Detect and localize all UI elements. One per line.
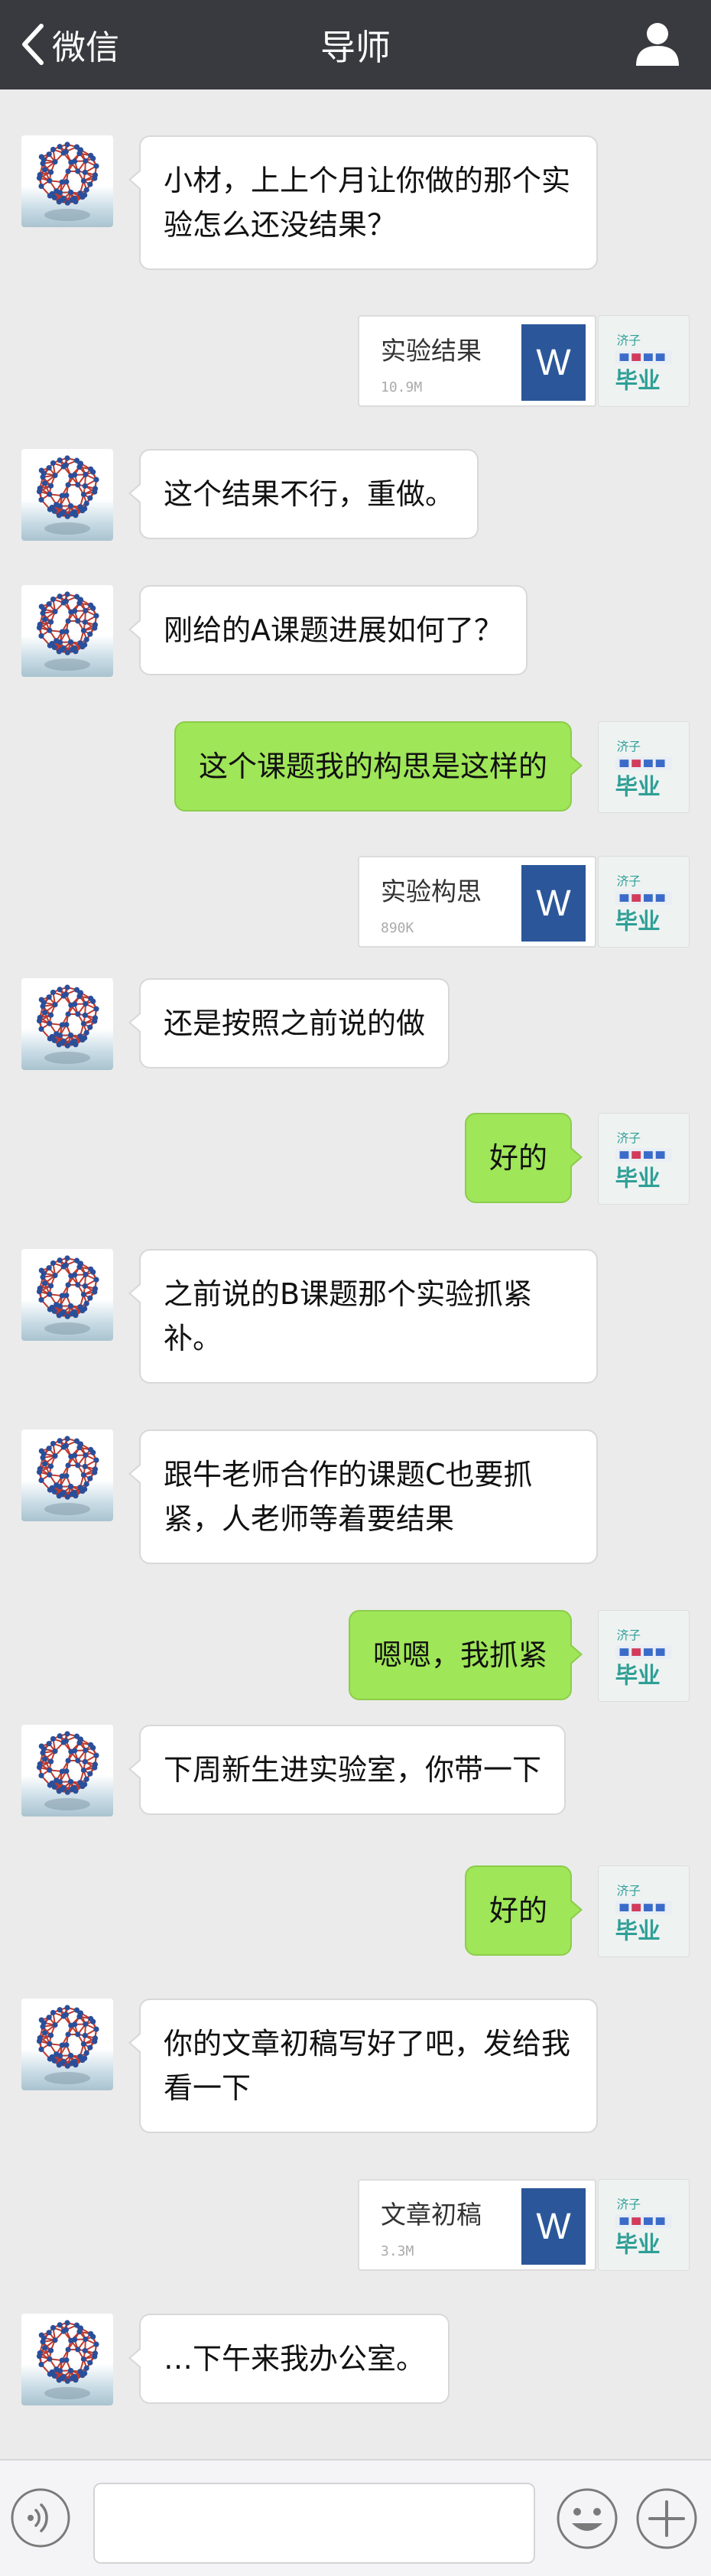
my-avatar[interactable]: 济子 毕业	[598, 1113, 690, 1205]
file-name: 实验结果	[381, 336, 482, 366]
my-avatar[interactable]: 济子 毕业	[598, 2179, 690, 2271]
buckyball-icon	[36, 984, 99, 1064]
graduation-logo-icon: 济子毕业	[615, 873, 673, 934]
emoji-button[interactable]	[555, 2487, 619, 2551]
sent-message[interactable]: 嗯嗯，我抓紧	[348, 1610, 583, 1700]
file-size: 3.3M	[381, 2243, 414, 2259]
svg-text:毕业: 毕业	[615, 908, 661, 934]
svg-text:毕业: 毕业	[615, 2231, 661, 2257]
file-message[interactable]: 文章初稿 3.3M W	[358, 2179, 596, 2271]
received-message[interactable]: 之前说的B课题那个实验抓紧补。	[128, 1249, 598, 1384]
svg-text:毕业: 毕业	[615, 1917, 661, 1943]
received-message[interactable]: 跟牛老师合作的课题C也要抓紧，人老师等着要结果	[128, 1429, 598, 1564]
received-message[interactable]: 这个结果不行，重做。	[128, 449, 479, 539]
file-size: 890K	[381, 920, 414, 936]
svg-text:济子: 济子	[617, 2197, 641, 2211]
received-message[interactable]: 小材，上上个月让你做的那个实验怎么还没结果？	[128, 135, 598, 270]
teacher-avatar[interactable]	[21, 135, 113, 227]
my-avatar[interactable]: 济子 毕业	[598, 721, 690, 813]
buckyball-icon	[36, 2320, 99, 2399]
graduation-logo-icon: 济子毕业	[615, 333, 673, 393]
emoji-icon	[557, 2488, 618, 2549]
word-file-icon: W	[521, 2188, 586, 2265]
buckyball-icon	[36, 141, 99, 221]
file-name: 文章初稿	[381, 2200, 482, 2230]
svg-text:毕业: 毕业	[615, 367, 661, 393]
teacher-avatar[interactable]	[21, 1249, 113, 1341]
nav-bar: 微信 导师	[0, 0, 711, 89]
plus-icon	[636, 2488, 697, 2549]
my-avatar[interactable]: 济子 毕业	[598, 1865, 690, 1957]
svg-text:毕业: 毕业	[615, 1165, 661, 1191]
buckyball-icon	[36, 1731, 99, 1810]
teacher-avatar[interactable]	[21, 978, 113, 1070]
received-message[interactable]: …下午来我办公室。	[128, 2314, 450, 2404]
graduation-logo-icon: 济子毕业	[615, 739, 673, 799]
svg-text:济子: 济子	[617, 333, 641, 347]
file-message[interactable]: 实验结果 10.9M W	[358, 315, 596, 407]
graduation-logo-icon: 济子毕业	[615, 1628, 673, 1688]
my-avatar[interactable]: 济子 毕业	[598, 1610, 690, 1702]
sent-message[interactable]: 这个课题我的构思是这样的	[174, 721, 583, 812]
teacher-avatar[interactable]	[21, 1429, 113, 1521]
my-avatar[interactable]: 济子 毕业	[598, 856, 690, 948]
chat-info-button[interactable]	[633, 18, 682, 67]
page-title: 导师	[320, 26, 391, 68]
received-message[interactable]: 你的文章初稿写好了吧，发给我看一下	[128, 1999, 598, 2133]
received-message[interactable]: 下周新生进实验室，你带一下	[128, 1725, 567, 1815]
svg-text:济子: 济子	[617, 1883, 641, 1898]
svg-text:济子: 济子	[617, 1628, 641, 1642]
file-message[interactable]: 实验构思 890K W	[358, 856, 596, 948]
buckyball-icon	[36, 1255, 99, 1335]
graduation-logo-icon: 济子毕业	[615, 1883, 673, 1943]
word-file-icon: W	[521, 865, 586, 942]
buckyball-icon	[36, 2005, 99, 2084]
svg-text:济子: 济子	[617, 1130, 641, 1145]
graduation-logo-icon: 济子毕业	[615, 1130, 673, 1191]
buckyball-icon	[36, 455, 99, 535]
graduation-logo-icon: 济子毕业	[615, 2197, 673, 2257]
file-name: 实验构思	[381, 877, 482, 906]
message-input[interactable]	[93, 2483, 535, 2564]
more-button[interactable]	[635, 2487, 699, 2551]
word-file-icon: W	[521, 324, 586, 401]
my-avatar[interactable]: 济子 毕业	[598, 315, 690, 407]
teacher-avatar[interactable]	[21, 2314, 113, 2405]
svg-text:济子: 济子	[617, 873, 641, 888]
svg-text:济子: 济子	[617, 739, 641, 753]
teacher-avatar[interactable]	[21, 1999, 113, 2090]
buckyball-icon	[36, 591, 99, 671]
received-message[interactable]: 还是按照之前说的做	[128, 978, 450, 1068]
svg-text:毕业: 毕业	[615, 773, 661, 799]
received-message[interactable]: 刚给的A课题进展如何了？	[128, 585, 528, 675]
voice-icon	[11, 2488, 70, 2548]
teacher-avatar[interactable]	[21, 449, 113, 541]
teacher-avatar[interactable]	[21, 1725, 113, 1817]
file-size: 10.9M	[381, 379, 423, 395]
voice-button[interactable]	[9, 2487, 72, 2549]
sent-message[interactable]: 好的	[464, 1865, 583, 1956]
svg-text:毕业: 毕业	[615, 1662, 661, 1688]
sent-message[interactable]: 好的	[464, 1113, 583, 1203]
chat-area[interactable]: 小材，上上个月让你做的那个实验怎么还没结果？ 实验结果 10.9M W 济子 毕业…	[0, 89, 711, 2459]
person-icon	[636, 23, 679, 66]
buckyball-icon	[36, 1436, 99, 1515]
input-toolbar	[0, 2459, 711, 2576]
teacher-avatar[interactable]	[21, 585, 113, 677]
